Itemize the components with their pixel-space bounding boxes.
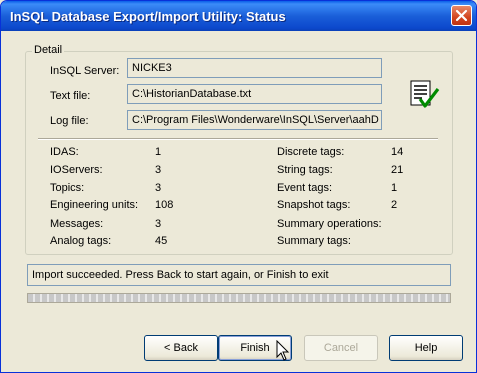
stat-value-topics: 3 <box>155 182 162 194</box>
stat-label-topics: Topics: <box>50 182 85 194</box>
stat-value-ioservers: 3 <box>155 164 162 176</box>
stat-label-ioservers: IOServers: <box>50 164 103 176</box>
document-checkmark-icon <box>408 79 440 111</box>
stat-value-string-tags: 21 <box>391 164 404 176</box>
stat-label-analog-tags: Analog tags: <box>50 235 112 247</box>
stat-label-messages: Messages: <box>50 218 104 230</box>
status-message: Import succeeded. Press Back to start ag… <box>27 264 451 286</box>
close-button[interactable] <box>451 5 472 26</box>
back-button[interactable]: < Back <box>144 335 218 361</box>
text-file-label: Text file: <box>50 90 91 102</box>
cancel-button[interactable]: Cancel <box>304 335 378 361</box>
stat-value-messages: 3 <box>155 218 162 230</box>
stat-value-event-tags: 1 <box>391 182 398 194</box>
stat-value-analog-tags: 45 <box>155 235 168 247</box>
stat-value-discrete-tags: 14 <box>391 146 404 158</box>
stat-value-snapshot-tags: 2 <box>391 199 398 211</box>
stat-value-engineering-units: 108 <box>155 199 174 211</box>
stat-label-discrete-tags: Discrete tags: <box>277 146 345 158</box>
mouse-pointer-icon <box>276 340 290 361</box>
stat-label-string-tags: String tags: <box>277 164 333 176</box>
detail-divider <box>38 138 438 140</box>
help-button[interactable]: Help <box>389 335 463 361</box>
window-title: InSQL Database Export/Import Utility: St… <box>10 9 286 24</box>
stat-label-idas: IDAS: <box>50 146 79 158</box>
log-file-field: C:\Program Files\Wonderware\InSQL\Server… <box>127 110 382 130</box>
detail-group-label: Detail <box>32 44 65 56</box>
stat-value-idas: 1 <box>155 146 162 158</box>
insql-server-label: InSQL Server: <box>50 65 120 77</box>
insql-server-field: NICKE3 <box>127 58 382 78</box>
stat-label-summary-tags: Summary tags: <box>277 235 351 247</box>
stat-label-event-tags: Event tags: <box>277 182 333 194</box>
progress-bar <box>27 293 451 303</box>
log-file-label: Log file: <box>50 115 89 127</box>
stat-label-summary-operations: Summary operations: <box>277 218 382 230</box>
text-file-field: C:\HistorianDatabase.txt <box>127 84 382 104</box>
title-bar[interactable]: InSQL Database Export/Import Utility: St… <box>1 1 476 31</box>
close-icon <box>455 9 468 22</box>
stat-label-snapshot-tags: Snapshot tags: <box>277 199 351 211</box>
stat-label-engineering-units: Engineering units: <box>50 199 139 211</box>
